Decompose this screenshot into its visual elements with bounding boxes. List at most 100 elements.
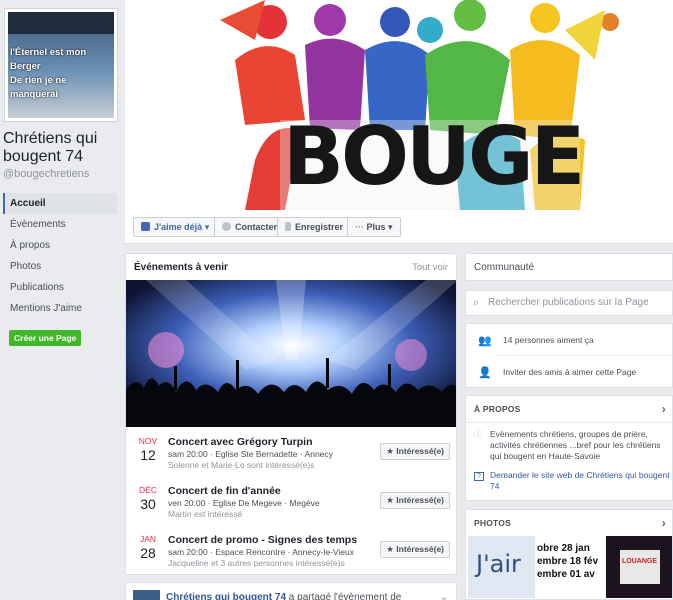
poster-title: LOUANGE — [622, 558, 657, 565]
event-concert-image[interactable] — [126, 280, 456, 427]
event-title[interactable]: Concert avec Grégory Turpin — [168, 436, 313, 448]
people-icon: 👥 — [478, 335, 492, 347]
photo-date-text: 18 fév — [569, 556, 599, 567]
bookmark-icon — [285, 222, 291, 231]
photo-date-text: 01 av — [569, 569, 595, 580]
info-icon: ⓘ — [474, 429, 483, 439]
question-icon: ? — [474, 472, 484, 481]
page-title[interactable]: Chrétiens qui bougent 74 — [3, 130, 121, 166]
event-month: DÉC — [139, 485, 157, 495]
interested-button[interactable]: ★ Intéressé(e) — [380, 443, 450, 460]
cover-photo[interactable]: BOUGE — [125, 0, 673, 210]
profile-image: l'Éternel est mon Berger De rien je ne m… — [8, 12, 114, 118]
event-item[interactable]: DÉC 30 Concert de fin d'année ven 20:00 … — [126, 485, 456, 530]
event-meta: ven 20:00 · Eglise De Megeve · Megève — [168, 498, 320, 508]
nav-item-evenements[interactable]: Évènements — [3, 214, 117, 235]
concert-illustration — [126, 280, 456, 427]
cover-wordmark: BOUGE — [283, 110, 585, 203]
photos-title[interactable]: PHOTOS › — [466, 510, 672, 537]
event-day: 12 — [140, 447, 156, 463]
profile-image-band — [8, 12, 114, 34]
chevron-down-icon: ▾ — [388, 222, 393, 232]
event-item[interactable]: JAN 28 Concert de promo - Signes des tem… — [126, 534, 456, 574]
like-button[interactable]: J'aime déjà ▾ — [133, 217, 218, 237]
search-placeholder: Rechercher publications sur la Page — [488, 297, 649, 308]
post-header-text: Chrétiens qui bougent 74 a partagé l'évè… — [166, 592, 401, 600]
message-icon — [222, 222, 231, 231]
chevron-right-icon[interactable]: › — [662, 396, 666, 423]
event-meta: sam 20:00 · Espace Rencontre · Annecy-le… — [168, 547, 354, 557]
event-title[interactable]: Concert de promo - Signes des temps — [168, 534, 357, 546]
event-day: 30 — [140, 496, 156, 512]
photo-date-text: embre — [537, 556, 568, 567]
profile-verse: l'Éternel est mon Berger De rien je ne m… — [10, 46, 114, 102]
photo-thumbnail[interactable]: LOUANGE — [606, 536, 672, 598]
photo-date-text: embre — [537, 569, 568, 580]
page-handle[interactable]: @bougechretiens — [3, 168, 89, 180]
event-day: 28 — [140, 545, 156, 561]
contact-label: Contacter — [235, 222, 278, 232]
about-title[interactable]: À PROPOS › — [466, 396, 672, 423]
about-card: À PROPOS › ⓘ Evènements chrétiens, group… — [465, 395, 673, 501]
nav-item-accueil[interactable]: Accueil — [3, 193, 117, 214]
about-description: Evènements chrétiens, groupes de prière,… — [490, 429, 661, 461]
profile-picture[interactable]: l'Éternel est mon Berger De rien je ne m… — [4, 8, 118, 122]
page-action-bar: J'aime déjà ▾ Contacter Enregistrer ··· … — [125, 210, 673, 244]
thumbs-up-icon — [141, 222, 150, 231]
nav-item-photos[interactable]: Photos — [3, 256, 117, 277]
photo-text: J'air — [476, 550, 521, 578]
chevron-down-icon: ▾ — [204, 222, 210, 232]
event-title[interactable]: Concert de fin d'année — [168, 485, 281, 497]
divider — [466, 422, 672, 423]
events-title: Événements à venir — [134, 262, 228, 273]
upcoming-events-card: Événements à venir Tout voir NOV 12 Conc… — [125, 253, 457, 575]
create-page-button[interactable]: Créer une Page — [9, 330, 82, 346]
like-label: J'aime déjà — [154, 222, 203, 232]
contact-button[interactable]: Contacter — [214, 217, 286, 237]
post-page-avatar[interactable] — [133, 590, 160, 600]
request-website-link[interactable]: Demander le site web de Chrétiens qui bo… — [490, 470, 670, 492]
invite-row[interactable]: 👤 Inviter des amis à aimer cette Page — [466, 358, 672, 386]
event-social: Martin est intéressé — [168, 509, 243, 519]
photos-title-label: PHOTOS — [474, 518, 511, 528]
post-page-link[interactable]: Chrétiens qui bougent 74 — [166, 592, 286, 600]
interested-button[interactable]: ★ Intéressé(e) — [380, 541, 450, 558]
about-description-row: ⓘ Evènements chrétiens, groupes de prièr… — [474, 429, 670, 465]
chevron-right-icon[interactable]: › — [662, 510, 666, 537]
page-nav: Accueil Évènements À propos Photos Publi… — [3, 193, 117, 319]
divider — [496, 355, 672, 356]
likes-count[interactable]: 14 personnes aiment ça — [503, 335, 594, 345]
interested-button[interactable]: ★ Intéressé(e) — [380, 492, 450, 509]
profile-verse-line2: De rien je ne manquerai — [10, 75, 67, 100]
more-button[interactable]: ··· Plus ▾ — [347, 217, 401, 237]
about-website-row[interactable]: ? Demander le site web de Chrétiens qui … — [474, 470, 670, 494]
community-card: Communauté — [465, 253, 673, 281]
likes-row[interactable]: 👥 14 personnes aiment ça — [466, 326, 672, 354]
save-button[interactable]: Enregistrer — [277, 217, 352, 237]
photo-thumbnail[interactable]: obre 28 jan embre 18 fév embre 01 av — [537, 536, 604, 598]
add-person-icon: 👤 — [478, 367, 492, 379]
event-social: Jacqueline et 3 autres personnes intéres… — [168, 558, 345, 568]
photo-date-text: 28 jan — [561, 543, 590, 554]
nav-item-a-propos[interactable]: À propos — [3, 235, 117, 256]
photo-date-text: obre — [537, 543, 559, 554]
nav-item-mentions-jaime[interactable]: Mentions J'aime — [3, 298, 117, 319]
photo-thumbnail[interactable]: J'air — [468, 536, 535, 598]
about-title-label: À PROPOS — [474, 404, 521, 414]
page-search-input[interactable]: ⌕ Rechercher publications sur la Page — [465, 290, 673, 316]
invite-friends-link[interactable]: Inviter des amis à aimer cette Page — [503, 367, 636, 377]
chevron-down-icon[interactable]: ⌄ — [440, 592, 448, 600]
event-item[interactable]: NOV 12 Concert avec Grégory Turpin sam 2… — [126, 436, 456, 481]
photos-card: PHOTOS › J'air obre 28 jan embre 18 fév … — [465, 509, 673, 600]
event-month: JAN — [139, 534, 157, 544]
event-month: NOV — [138, 436, 158, 446]
events-see-all-link[interactable]: Tout voir — [412, 262, 448, 273]
photo-dates: obre 28 jan embre 18 fév embre 01 av — [537, 542, 598, 581]
shared-event-post: Chrétiens qui bougent 74 a partagé l'évè… — [125, 582, 457, 600]
nav-item-publications[interactable]: Publications — [3, 277, 117, 298]
event-meta: sam 20:00 · Eglise Ste Bernadette · Anne… — [168, 449, 333, 459]
event-social: Solenne et Marie-Lo sont intéressé(e)s — [168, 460, 315, 470]
more-label: Plus — [366, 222, 386, 232]
save-label: Enregistrer — [295, 222, 344, 232]
post-action-text: a partagé l'évènement de — [286, 592, 402, 600]
